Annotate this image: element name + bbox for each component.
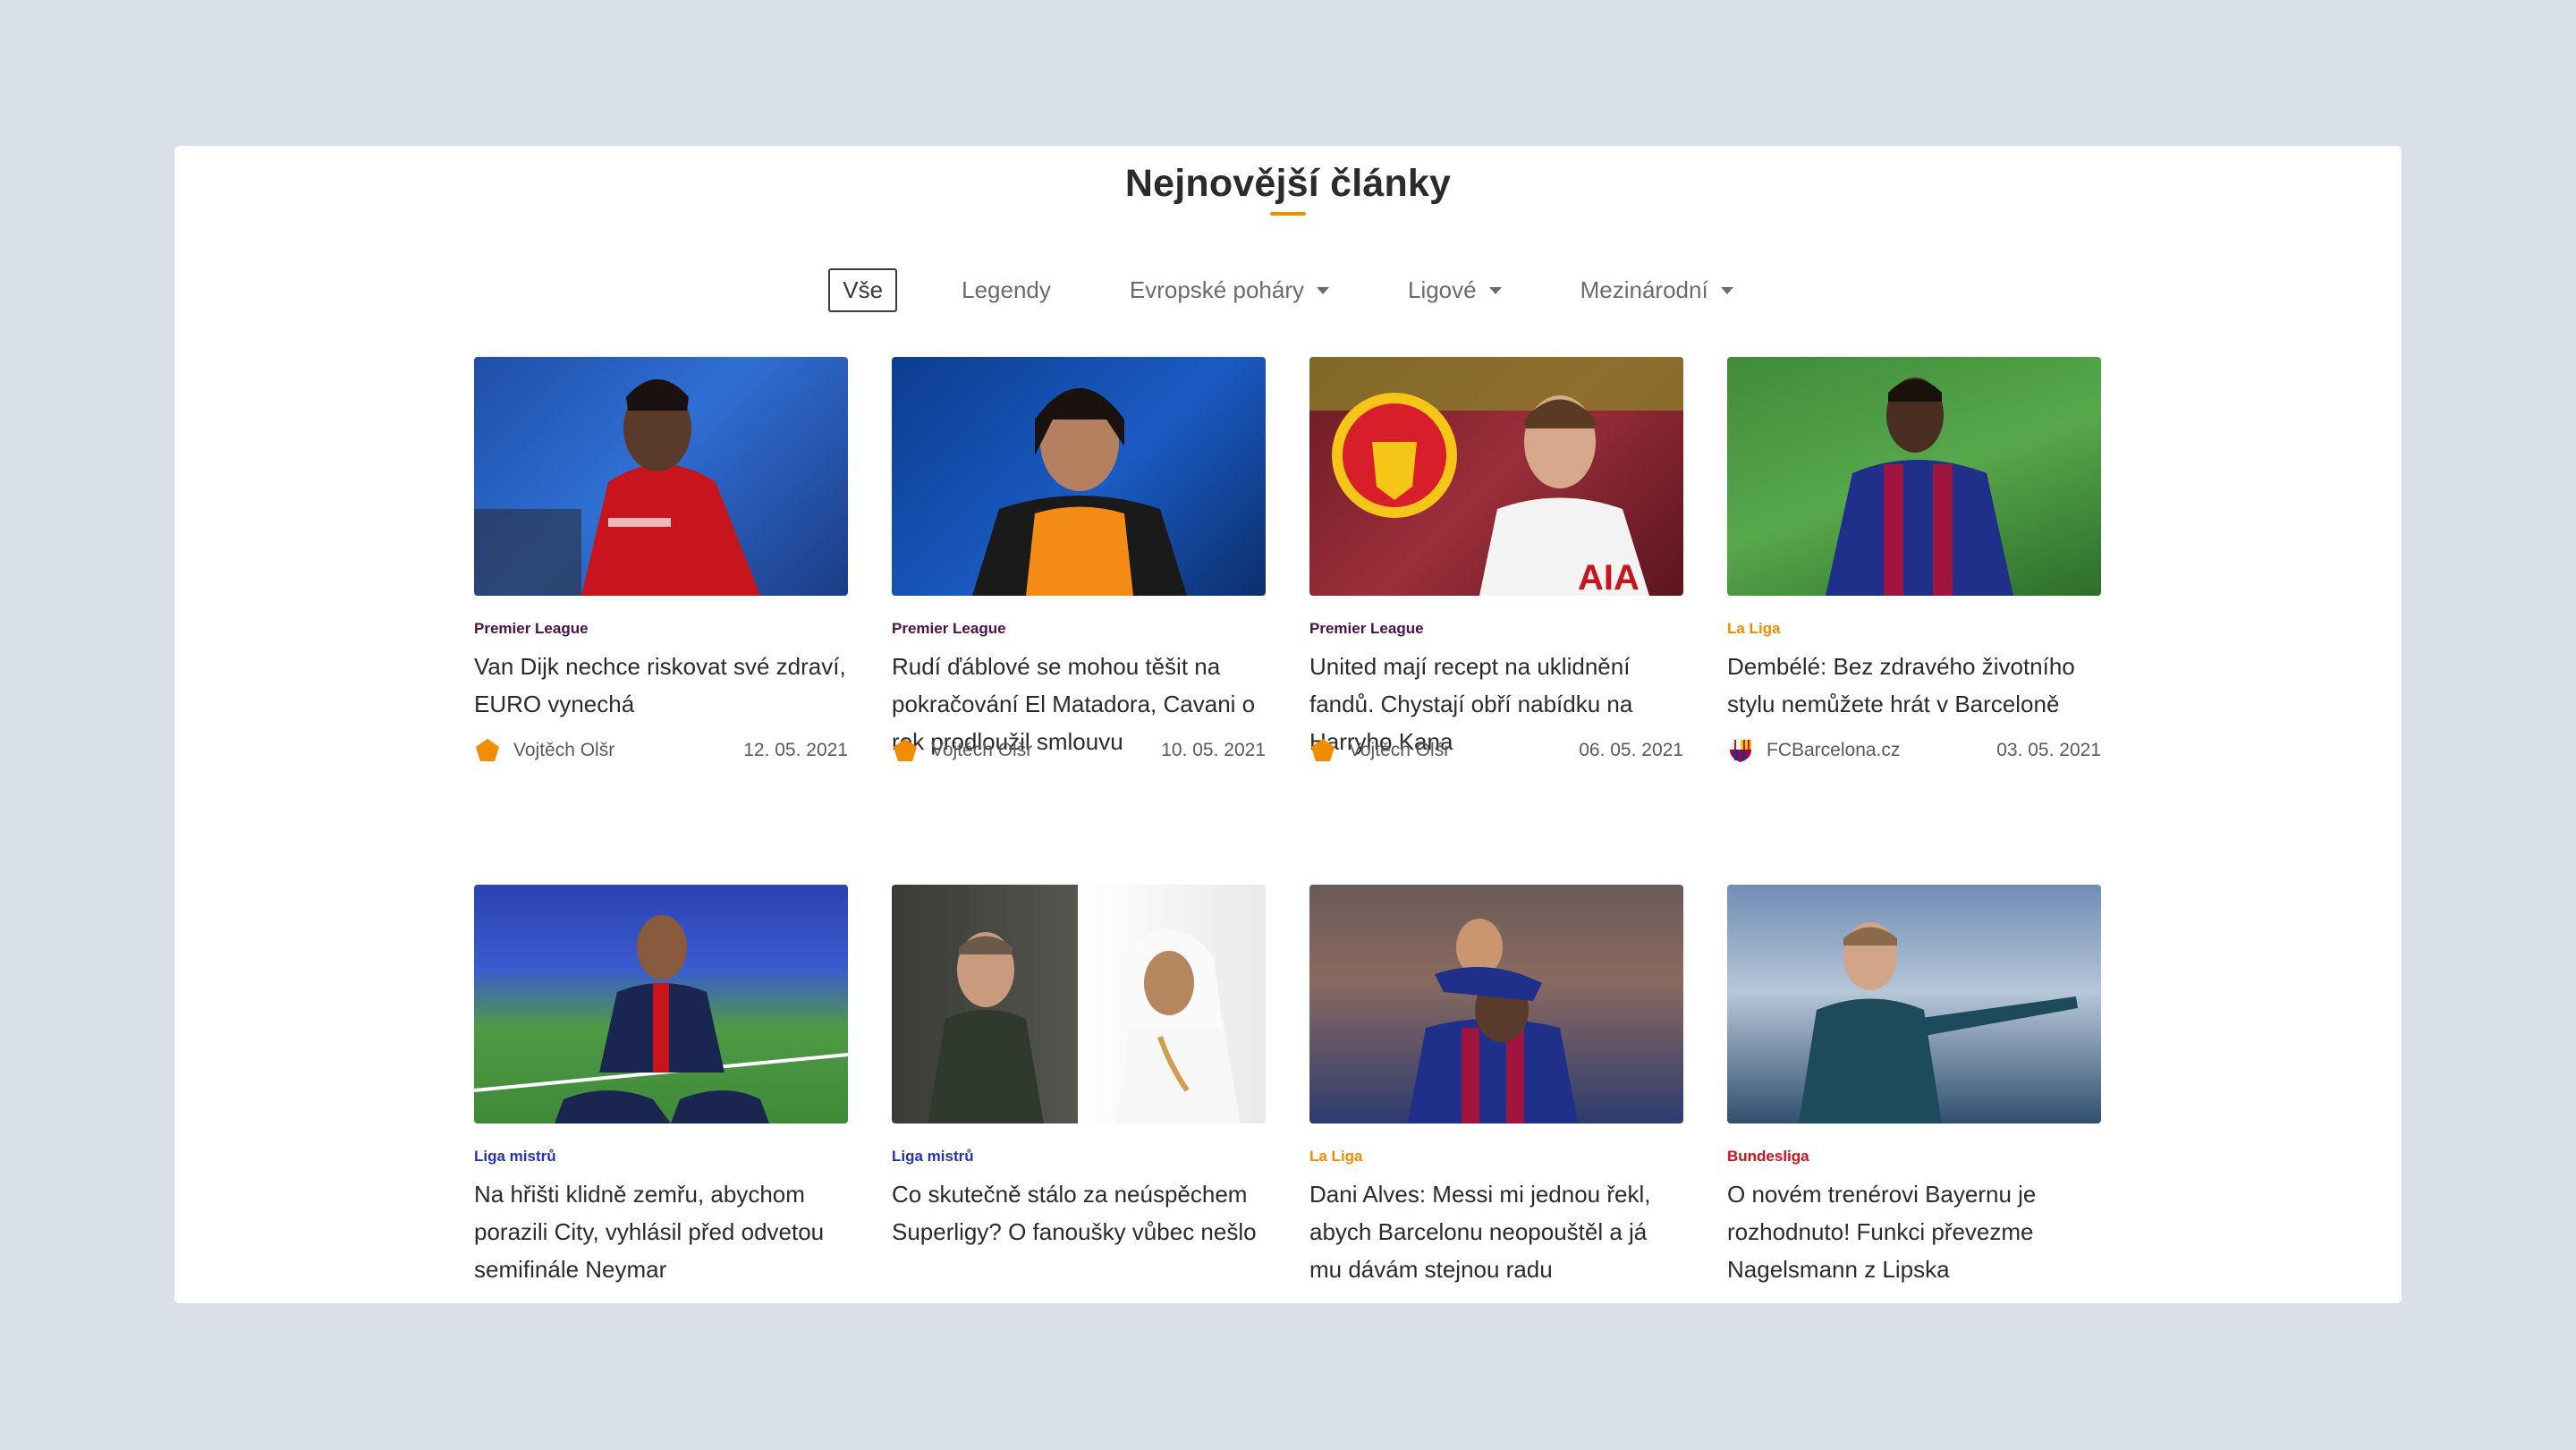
filter-label: Vše — [843, 276, 884, 303]
filter-vse[interactable]: Vše — [828, 268, 898, 312]
article-card[interactable]: AIA Premier League United mají recept na… — [1309, 357, 1683, 885]
publish-date: 12. 05. 2021 — [743, 740, 848, 760]
orange-pentagon-icon — [476, 739, 499, 761]
players-celebrating-image — [1408, 919, 1578, 1124]
section-title: Nejnovější články — [1124, 162, 1452, 205]
article-category[interactable]: Liga mistrů — [474, 1147, 848, 1166]
title-underline — [1270, 212, 1306, 216]
player-psg-kit-image — [474, 915, 848, 1124]
filter-legendy[interactable]: Legendy — [947, 268, 1065, 312]
publish-date: 10. 05. 2021 — [1161, 740, 1266, 760]
article-category[interactable]: Premier League — [1309, 619, 1683, 639]
author-name[interactable]: Vojtěch Olšr — [513, 740, 743, 761]
article-thumbnail[interactable]: AIA — [1309, 357, 1683, 596]
article-card[interactable]: La Liga Dembélé: Bez zdravého životního … — [1727, 357, 2101, 885]
caret-down-icon — [1316, 286, 1329, 294]
crest-and-player-image: AIA — [1309, 357, 1683, 596]
article-category[interactable]: La Liga — [1309, 1147, 1683, 1166]
article-thumbnail[interactable] — [474, 885, 848, 1124]
author-name[interactable]: Vojtěch Olšr — [1349, 740, 1579, 761]
article-card[interactable]: Premier League Van Dijk nechce riskovat … — [474, 357, 848, 885]
fcb-crest-icon — [1730, 740, 1751, 762]
article-category[interactable]: Bundesliga — [1727, 1147, 2101, 1166]
article-card[interactable]: Liga mistrů Co skutečně stálo za neúspěc… — [892, 885, 1266, 1303]
caret-down-icon — [1488, 286, 1502, 294]
article-grid: Premier League Van Dijk nechce riskovat … — [474, 357, 2102, 1303]
latest-articles-panel: Nejnovější články Vše Legendy Evropské p… — [174, 146, 2402, 1303]
article-thumbnail[interactable] — [892, 885, 1266, 1124]
player-orange-bib-image — [972, 388, 1187, 596]
article-title[interactable]: Dembélé: Bez zdravého životního stylu ne… — [1727, 648, 2101, 723]
section-header: Nejnovější články — [174, 157, 2402, 216]
article-thumbnail[interactable] — [1727, 357, 2101, 596]
article-title[interactable]: Van Dijk nechce riskovat své zdraví, EUR… — [474, 648, 848, 723]
player-red-kit-image — [474, 379, 760, 596]
orange-pentagon-icon — [1311, 739, 1335, 761]
author-name[interactable]: FCBarcelona.cz — [1767, 740, 1996, 761]
publish-date: 03. 05. 2021 — [1996, 740, 2101, 760]
svg-text:AIA: AIA — [1578, 558, 1640, 596]
article-title[interactable]: Dani Alves: Messi mi jednou řekl, abych … — [1309, 1175, 1683, 1288]
filter-label: Legendy — [962, 276, 1051, 303]
article-thumbnail[interactable] — [474, 357, 848, 596]
article-title[interactable]: Co skutečně stálo za neúspěchem Superlig… — [892, 1175, 1266, 1251]
filter-mezinarodni[interactable]: Mezinárodní — [1566, 268, 1748, 312]
article-card[interactable]: La Liga Dani Alves: Messi mi jednou řekl… — [1309, 885, 1683, 1303]
article-card[interactable]: Liga mistrů Na hřišti klidně zemřu, abyc… — [474, 885, 848, 1303]
article-card[interactable]: Bundesliga O novém trenérovi Bayernu je … — [1727, 885, 2101, 1303]
caret-down-icon — [1720, 286, 1733, 294]
article-category[interactable]: La Liga — [1727, 619, 2101, 639]
publish-date: 06. 05. 2021 — [1579, 740, 1683, 760]
coach-pointing-image — [1799, 922, 2078, 1124]
article-title[interactable]: Na hřišti klidně zemřu, abychom porazili… — [474, 1175, 848, 1288]
article-thumbnail[interactable] — [1309, 885, 1683, 1124]
orange-pentagon-icon — [894, 739, 917, 761]
article-category[interactable]: Premier League — [474, 619, 848, 639]
article-meta: FCBarcelona.cz 03. 05. 2021 — [1727, 737, 2101, 764]
player-barcelona-kit-image — [1826, 377, 2013, 596]
two-club-owners-image — [928, 929, 1241, 1124]
filter-label: Ligové — [1407, 276, 1477, 303]
article-thumbnail[interactable] — [892, 357, 1266, 596]
article-meta: Vojtěch Olšr 06. 05. 2021 — [1309, 737, 1683, 764]
article-category[interactable]: Premier League — [892, 619, 1266, 639]
article-card[interactable]: Premier League Rudí ďáblové se mohou těš… — [892, 357, 1266, 885]
filter-label: Mezinárodní — [1580, 276, 1708, 303]
article-title[interactable]: O novém trenérovi Bayernu je rozhodnuto!… — [1727, 1175, 2101, 1288]
category-filter-bar: Vše Legendy Evropské poháry Ligové Mezin… — [174, 268, 2402, 312]
article-meta: Vojtěch Olšr 10. 05. 2021 — [892, 737, 1266, 764]
filter-evropske-pohary[interactable]: Evropské poháry — [1115, 268, 1343, 312]
article-category[interactable]: Liga mistrů — [892, 1147, 1266, 1166]
author-name[interactable]: Vojtěch Olšr — [931, 740, 1161, 761]
article-thumbnail[interactable] — [1727, 885, 2101, 1124]
article-meta: Vojtěch Olšr 12. 05. 2021 — [474, 737, 848, 764]
filter-label: Evropské poháry — [1129, 276, 1304, 303]
filter-ligove[interactable]: Ligové — [1394, 268, 1516, 312]
